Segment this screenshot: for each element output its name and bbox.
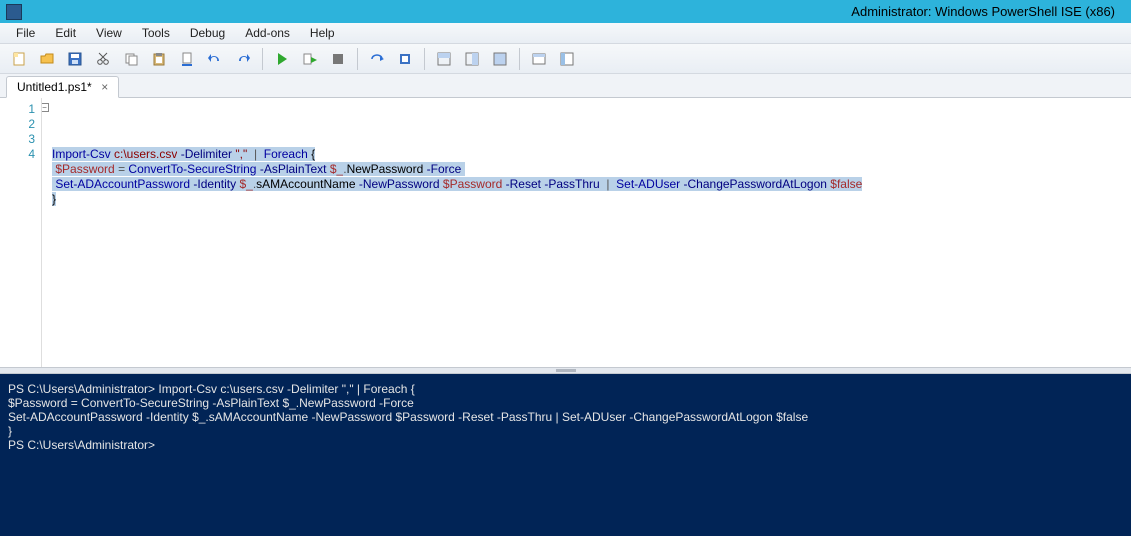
pane-splitter[interactable]: [0, 367, 1131, 374]
code-token: $Password: [55, 162, 114, 176]
close-icon[interactable]: ×: [98, 80, 112, 94]
line-number: 3: [0, 132, 35, 147]
tab-label: Untitled1.ps1*: [17, 80, 92, 94]
code-token: ",": [235, 147, 247, 161]
splitter-grip-icon: [556, 369, 576, 372]
menu-help[interactable]: Help: [300, 24, 345, 42]
code-token: -AsPlainText: [260, 162, 327, 176]
code-line[interactable]: }: [42, 192, 1131, 207]
console-line: }: [8, 424, 1123, 438]
code-token: $_: [239, 177, 252, 191]
code-token: -Force: [427, 162, 462, 176]
run-icon[interactable]: [269, 46, 295, 72]
code-token: -ChangePasswordAtLogon: [684, 177, 827, 191]
line-number: 2: [0, 117, 35, 132]
code-token: [680, 177, 683, 191]
code-line[interactable]: Import-Csv c:\users.csv -Delimiter "," |…: [42, 147, 1131, 162]
console-line: PS C:\Users\Administrator>: [8, 438, 1123, 452]
code-token: [461, 162, 464, 176]
show-script-max-icon[interactable]: [487, 46, 513, 72]
toolbar: [0, 44, 1131, 74]
code-token: -Reset: [506, 177, 541, 191]
code-token: [257, 147, 264, 161]
menu-addons[interactable]: Add-ons: [235, 24, 300, 42]
menubar: File Edit View Tools Debug Add-ons Help: [0, 23, 1131, 44]
show-script-pane-icon[interactable]: [431, 46, 457, 72]
script-editor[interactable]: 1 2 3 4 − Import-Csv c:\users.csv -Delim…: [0, 98, 1131, 367]
tabstrip: Untitled1.ps1* ×: [0, 74, 1131, 98]
console-line: Set-ADAccountPassword -Identity $_.sAMAc…: [8, 410, 1123, 424]
code-token: -NewPassword: [359, 177, 440, 191]
toolbar-separator: [519, 48, 520, 70]
app-icon: [6, 4, 22, 20]
line-number-gutter: 1 2 3 4: [0, 98, 42, 367]
new-file-icon[interactable]: [6, 46, 32, 72]
show-command-addon-icon[interactable]: [526, 46, 552, 72]
code-line[interactable]: $Password = ConvertTo-SecureString -AsPl…: [42, 162, 1131, 177]
window-titlebar: Administrator: Windows PowerShell ISE (x…: [0, 0, 1131, 23]
console-line: PS C:\Users\Administrator> Import-Csv c:…: [8, 382, 1123, 396]
code-token: -Identity: [193, 177, 236, 191]
collapse-toggle-icon[interactable]: −: [42, 103, 49, 112]
tab-untitled1[interactable]: Untitled1.ps1* ×: [6, 76, 119, 98]
console-pane[interactable]: PS C:\Users\Administrator> Import-Csv c:…: [0, 374, 1131, 536]
code-token: }: [52, 192, 56, 206]
run-selection-icon[interactable]: [297, 46, 323, 72]
code-token: Import-Csv: [52, 147, 111, 161]
code-token: ConvertTo-SecureString: [128, 162, 256, 176]
clear-icon[interactable]: [174, 46, 200, 72]
stop-icon[interactable]: [325, 46, 351, 72]
menu-tools[interactable]: Tools: [132, 24, 180, 42]
toolbar-separator: [357, 48, 358, 70]
code-area[interactable]: − Import-Csv c:\users.csv -Delimiter ","…: [42, 98, 1131, 367]
code-token: $_: [330, 162, 343, 176]
code-token: sAMAccountName: [256, 177, 355, 191]
menu-debug[interactable]: Debug: [180, 24, 235, 42]
code-token: $Password: [443, 177, 502, 191]
paste-icon[interactable]: [146, 46, 172, 72]
code-token: NewPassword: [347, 162, 424, 176]
step-over-icon[interactable]: [364, 46, 390, 72]
menu-edit[interactable]: Edit: [45, 24, 86, 42]
copy-icon[interactable]: [118, 46, 144, 72]
code-token: {: [311, 147, 315, 161]
toolbar-separator: [424, 48, 425, 70]
code-token: -PassThru: [544, 177, 599, 191]
line-number: 1: [0, 102, 35, 117]
show-commands-icon[interactable]: [554, 46, 580, 72]
code-token: Set-ADAccountPassword: [55, 177, 190, 191]
toggle-breakpoint-icon[interactable]: [392, 46, 418, 72]
code-line[interactable]: Set-ADAccountPassword -Identity $_.sAMAc…: [42, 177, 1131, 192]
save-icon[interactable]: [62, 46, 88, 72]
open-file-icon[interactable]: [34, 46, 60, 72]
line-number: 4: [0, 147, 35, 162]
undo-icon[interactable]: [202, 46, 228, 72]
code-token: Set-ADUser: [616, 177, 680, 191]
code-token: $false: [830, 177, 862, 191]
code-token: c:\users.csv: [114, 147, 177, 161]
redo-icon[interactable]: [230, 46, 256, 72]
window-title: Administrator: Windows PowerShell ISE (x…: [30, 4, 1125, 19]
cut-icon[interactable]: [90, 46, 116, 72]
code-token: -Delimiter: [181, 147, 232, 161]
show-script-right-icon[interactable]: [459, 46, 485, 72]
toolbar-separator: [262, 48, 263, 70]
code-token: [247, 147, 254, 161]
console-line: $Password = ConvertTo-SecureString -AsPl…: [8, 396, 1123, 410]
code-token: Foreach: [264, 147, 308, 161]
menu-view[interactable]: View: [86, 24, 132, 42]
menu-file[interactable]: File: [6, 24, 45, 42]
